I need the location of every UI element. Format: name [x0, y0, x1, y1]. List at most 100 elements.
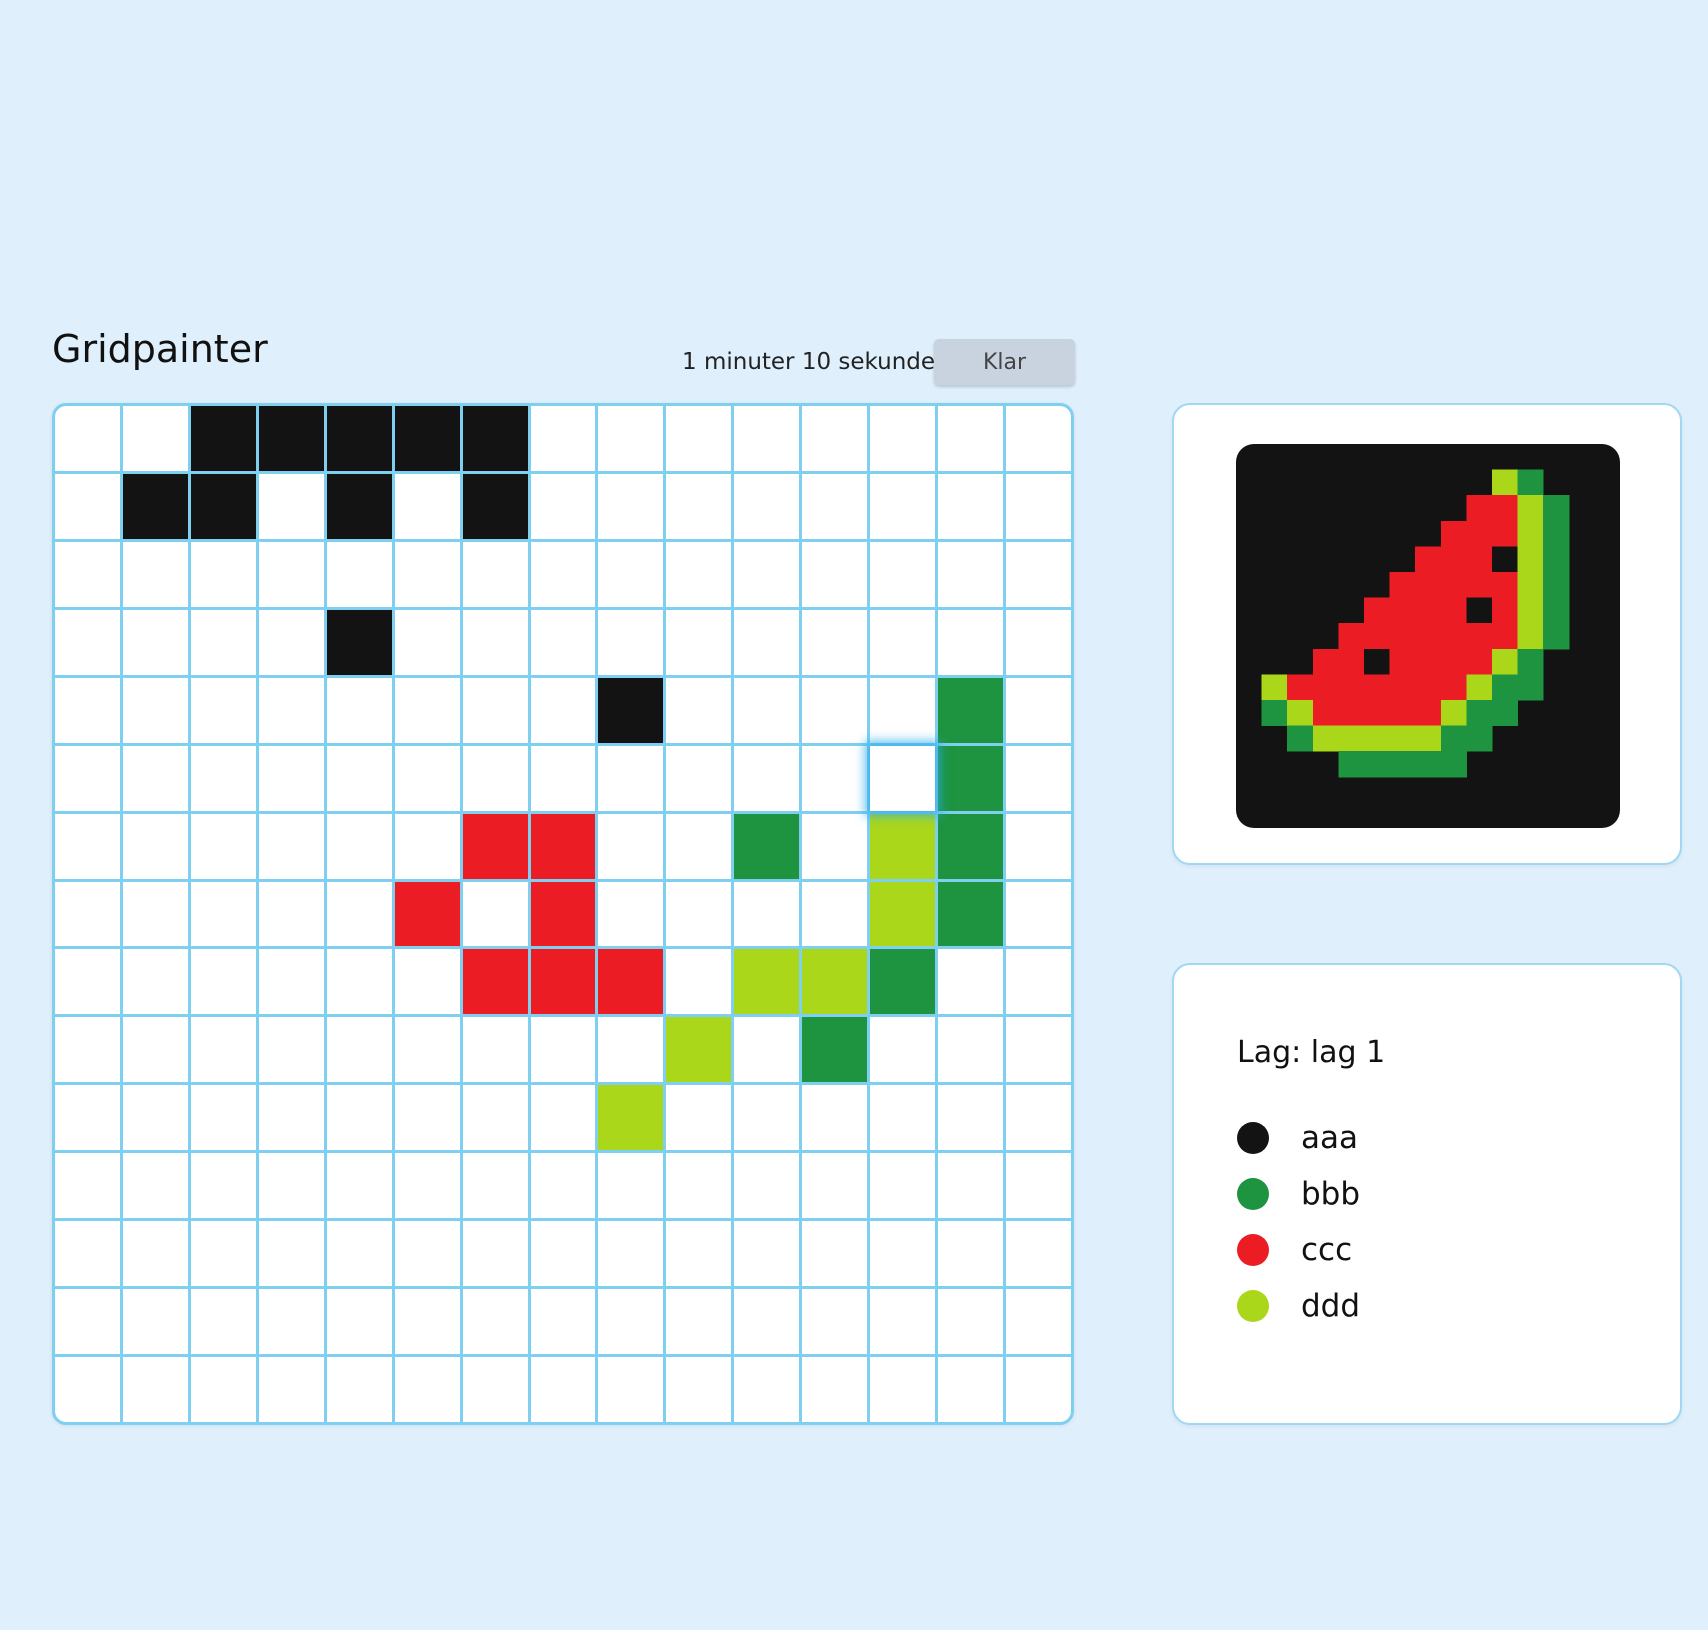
grid-cell[interactable]	[462, 677, 528, 743]
grid-cell[interactable]	[734, 541, 800, 607]
grid-cell[interactable]	[190, 1153, 256, 1219]
grid-cell[interactable]	[122, 609, 188, 675]
grid-cell[interactable]	[326, 1357, 392, 1422]
grid-cell[interactable]	[258, 1153, 324, 1219]
grid-cell[interactable]	[462, 881, 528, 947]
grid-cell[interactable]	[598, 1289, 664, 1355]
grid-cell[interactable]	[666, 881, 732, 947]
grid-cell[interactable]	[666, 1153, 732, 1219]
grid-cell[interactable]	[462, 1357, 528, 1422]
grid-cell[interactable]	[938, 609, 1004, 675]
grid-cell[interactable]	[462, 1221, 528, 1287]
grid-cell[interactable]	[462, 609, 528, 675]
grid-cell[interactable]	[394, 677, 460, 743]
grid-cell[interactable]	[394, 949, 460, 1015]
grid-cell[interactable]	[870, 745, 936, 811]
grid-cell[interactable]	[122, 473, 188, 539]
grid-cell[interactable]	[326, 473, 392, 539]
grid-cell[interactable]	[734, 406, 800, 471]
grid-cell[interactable]	[190, 1357, 256, 1422]
grid-cell[interactable]	[802, 1357, 868, 1422]
grid-cell[interactable]	[394, 609, 460, 675]
grid-cell[interactable]	[326, 949, 392, 1015]
grid-cell[interactable]	[598, 541, 664, 607]
grid-cell[interactable]	[258, 406, 324, 471]
grid-cell[interactable]	[190, 1221, 256, 1287]
grid-cell[interactable]	[802, 881, 868, 947]
grid-cell[interactable]	[802, 1289, 868, 1355]
grid-cell[interactable]	[122, 1221, 188, 1287]
grid-cell[interactable]	[734, 881, 800, 947]
grid-cell[interactable]	[190, 881, 256, 947]
grid-cell[interactable]	[938, 677, 1004, 743]
grid-cell[interactable]	[870, 473, 936, 539]
grid-cell[interactable]	[598, 949, 664, 1015]
grid-cell[interactable]	[802, 473, 868, 539]
grid-cell[interactable]	[870, 1357, 936, 1422]
grid-cell[interactable]	[1006, 1153, 1071, 1219]
grid-cell[interactable]	[1006, 1289, 1071, 1355]
grid-cell[interactable]	[122, 1357, 188, 1422]
grid-cell[interactable]	[598, 1221, 664, 1287]
grid-cell[interactable]	[734, 609, 800, 675]
grid-cell[interactable]	[394, 406, 460, 471]
grid-cell[interactable]	[666, 745, 732, 811]
grid-cell[interactable]	[598, 1017, 664, 1083]
grid-cell[interactable]	[394, 1289, 460, 1355]
grid-cell[interactable]	[530, 813, 596, 879]
grid-cell[interactable]	[326, 406, 392, 471]
grid-cell[interactable]	[734, 1017, 800, 1083]
grid-cell[interactable]	[55, 1289, 120, 1355]
grid-cell[interactable]	[666, 813, 732, 879]
grid-cell[interactable]	[666, 473, 732, 539]
grid-cell[interactable]	[530, 949, 596, 1015]
grid-cell[interactable]	[1006, 949, 1071, 1015]
grid-cell[interactable]	[258, 813, 324, 879]
grid-cell[interactable]	[802, 677, 868, 743]
grid-cell[interactable]	[326, 881, 392, 947]
grid-cell[interactable]	[394, 813, 460, 879]
grid-cell[interactable]	[190, 1289, 256, 1355]
grid-cell[interactable]	[666, 1221, 732, 1287]
grid-cell[interactable]	[55, 881, 120, 947]
grid-cell[interactable]	[55, 813, 120, 879]
grid-cell[interactable]	[530, 1017, 596, 1083]
grid-cell[interactable]	[598, 1357, 664, 1422]
grid-cell[interactable]	[938, 745, 1004, 811]
grid-cell[interactable]	[1006, 1085, 1071, 1151]
grid-cell[interactable]	[938, 949, 1004, 1015]
grid-cell[interactable]	[802, 1017, 868, 1083]
grid-cell[interactable]	[870, 881, 936, 947]
grid-cell[interactable]	[734, 677, 800, 743]
grid-cell[interactable]	[258, 1289, 324, 1355]
grid-cell[interactable]	[55, 677, 120, 743]
grid-cell[interactable]	[394, 473, 460, 539]
grid-cell[interactable]	[666, 1085, 732, 1151]
grid-cell[interactable]	[326, 1153, 392, 1219]
grid-cell[interactable]	[938, 473, 1004, 539]
grid-cell[interactable]	[598, 1085, 664, 1151]
grid-cell[interactable]	[326, 609, 392, 675]
grid-cell[interactable]	[55, 1153, 120, 1219]
grid-cell[interactable]	[938, 1085, 1004, 1151]
legend-item-ccc[interactable]: ccc	[1237, 1222, 1360, 1278]
grid-cell[interactable]	[258, 1357, 324, 1422]
grid-cell[interactable]	[530, 406, 596, 471]
grid-cell[interactable]	[598, 473, 664, 539]
legend-item-aaa[interactable]: aaa	[1237, 1110, 1360, 1166]
grid-cell[interactable]	[190, 406, 256, 471]
grid-cell[interactable]	[462, 949, 528, 1015]
grid-cell[interactable]	[734, 1153, 800, 1219]
grid-cell[interactable]	[802, 406, 868, 471]
grid-cell[interactable]	[55, 1017, 120, 1083]
grid-cell[interactable]	[870, 1221, 936, 1287]
grid-cell[interactable]	[938, 541, 1004, 607]
grid-cell[interactable]	[598, 881, 664, 947]
grid-cell[interactable]	[870, 1289, 936, 1355]
grid-cell[interactable]	[190, 541, 256, 607]
grid-cell[interactable]	[734, 745, 800, 811]
grid-cell[interactable]	[530, 1153, 596, 1219]
grid-cell[interactable]	[258, 541, 324, 607]
grid-cell[interactable]	[258, 677, 324, 743]
grid-cell[interactable]	[1006, 541, 1071, 607]
